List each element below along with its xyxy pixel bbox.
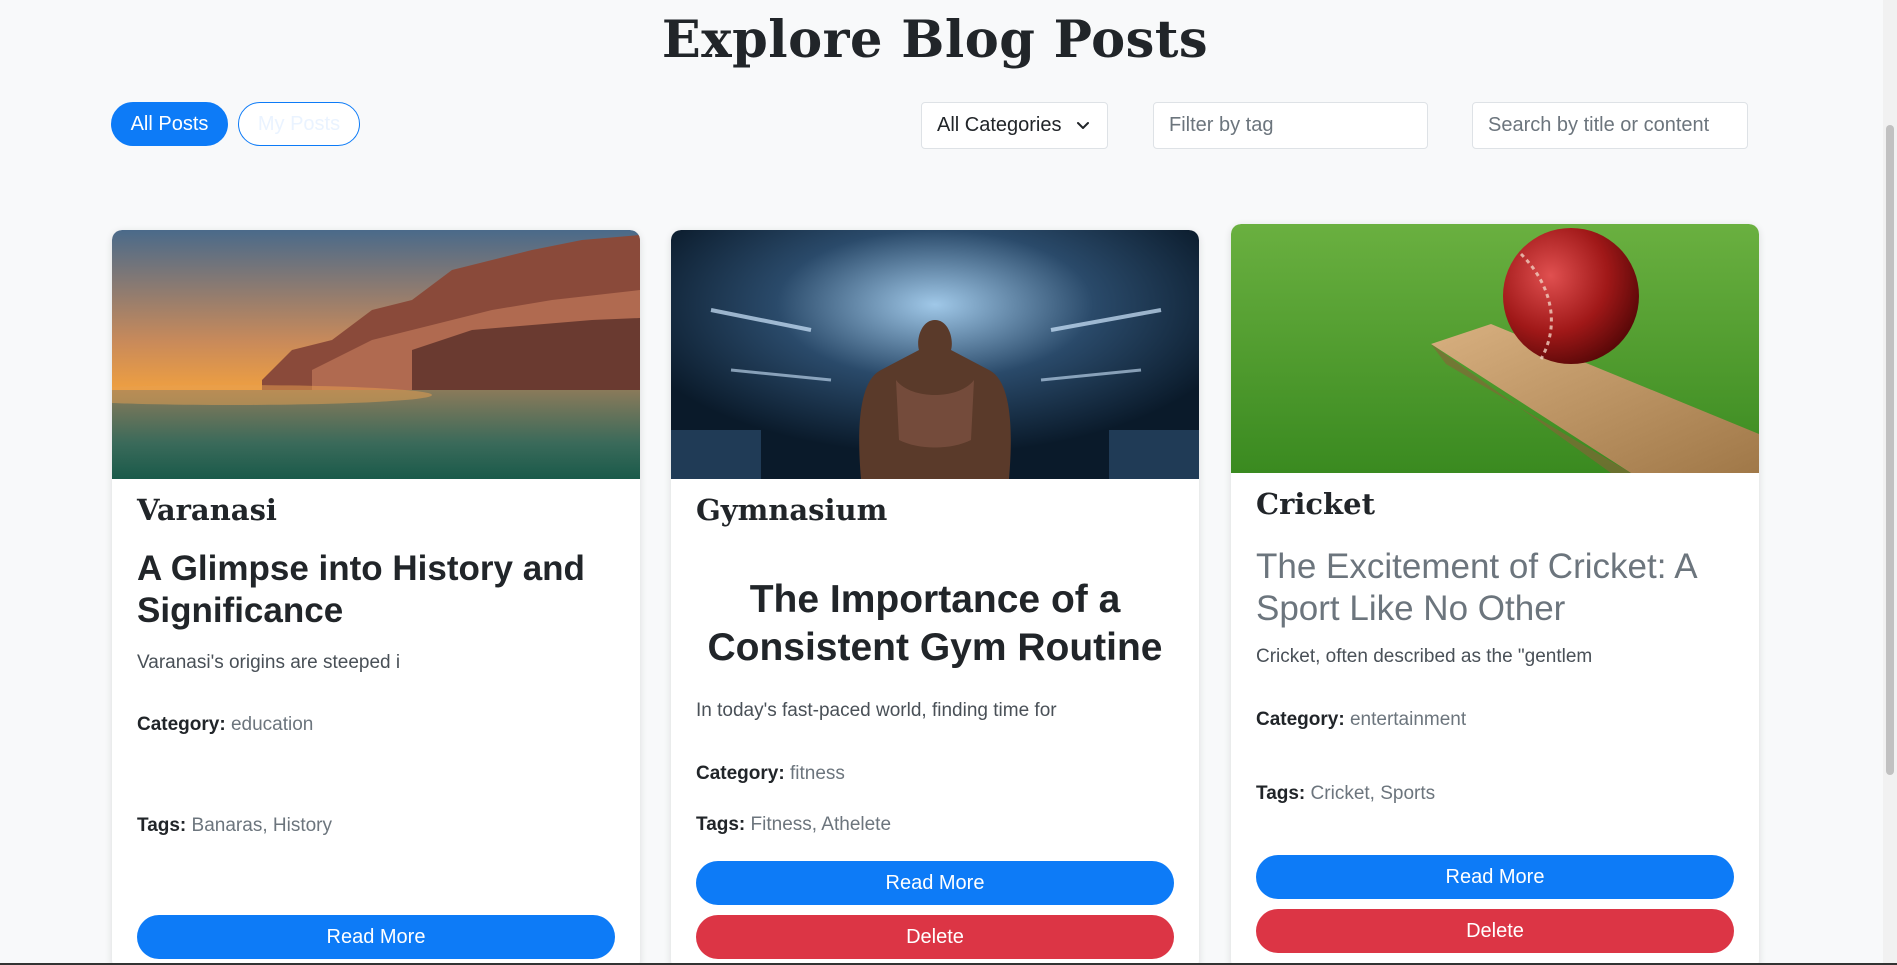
read-more-button[interactable]: Read More: [1256, 855, 1734, 899]
post-name: Cricket: [1256, 487, 1375, 521]
chevron-down-icon: [1077, 122, 1089, 129]
cricket-ball-bat-image: [1231, 224, 1759, 473]
tags-label: Tags:: [137, 815, 187, 836]
delete-button[interactable]: Delete: [1256, 909, 1734, 953]
post-tags: Tags: Fitness, Athelete: [696, 814, 891, 836]
tags-label: Tags:: [696, 814, 746, 835]
category-select-value: All Categories: [937, 114, 1062, 136]
post-name: Gymnasium: [696, 493, 888, 527]
post-title: A Glimpse into History and Significance: [137, 549, 585, 630]
post-card: Varanasi A Glimpse into History and Sign…: [112, 230, 640, 965]
category-value: entertainment: [1349, 709, 1467, 730]
tags-value: Banaras, History: [191, 815, 332, 836]
post-excerpt: In today's fast-paced world, finding tim…: [696, 700, 1057, 721]
post-tags: Tags: Cricket, Sports: [1256, 783, 1435, 805]
post-card: Gymnasium The Importance of a Consistent…: [671, 230, 1199, 965]
category-value: fitness: [789, 763, 845, 784]
ghats-sunset-image: [112, 230, 640, 479]
category-value: education: [230, 714, 314, 735]
page-title: Explore Blog Posts: [661, 10, 1209, 70]
tag-filter-input[interactable]: Filter by tag: [1153, 102, 1428, 149]
post-card: Cricket The Excitement of Cricket: A Spo…: [1231, 224, 1759, 965]
category-label: Category:: [137, 714, 226, 735]
tags-value: Cricket, Sports: [1310, 783, 1436, 804]
post-name: Varanasi: [137, 493, 277, 527]
delete-button[interactable]: Delete: [696, 915, 1174, 959]
category-label: Category:: [696, 763, 785, 784]
search-input[interactable]: Search by title or content: [1472, 102, 1748, 149]
post-category: Category: education: [137, 714, 313, 736]
category-select[interactable]: All Categories: [921, 102, 1108, 149]
post-category: Category: fitness: [696, 763, 845, 785]
tags-label: Tags:: [1256, 783, 1306, 804]
gym-athlete-image: [671, 230, 1199, 479]
post-title: The Excitement of Cricket: A Sport Like …: [1256, 547, 1696, 628]
read-more-button[interactable]: Read More: [696, 861, 1174, 905]
all-posts-button[interactable]: All Posts: [111, 102, 228, 146]
post-title: The Importance of a Consistent Gym Routi…: [707, 578, 1163, 669]
post-excerpt: Varanasi's origins are steeped i: [137, 652, 401, 673]
scrollbar[interactable]: [1883, 0, 1897, 965]
post-excerpt: Cricket, often described as the "gentlem: [1256, 646, 1593, 667]
post-tags: Tags: Banaras, History: [137, 815, 332, 837]
scrollbar-thumb[interactable]: [1886, 125, 1894, 775]
read-more-button[interactable]: Read More: [137, 915, 615, 959]
category-label: Category:: [1256, 709, 1345, 730]
tags-value: Fitness, Athelete: [750, 814, 892, 835]
post-category: Category: entertainment: [1256, 709, 1466, 731]
my-posts-button[interactable]: My Posts: [238, 102, 360, 146]
